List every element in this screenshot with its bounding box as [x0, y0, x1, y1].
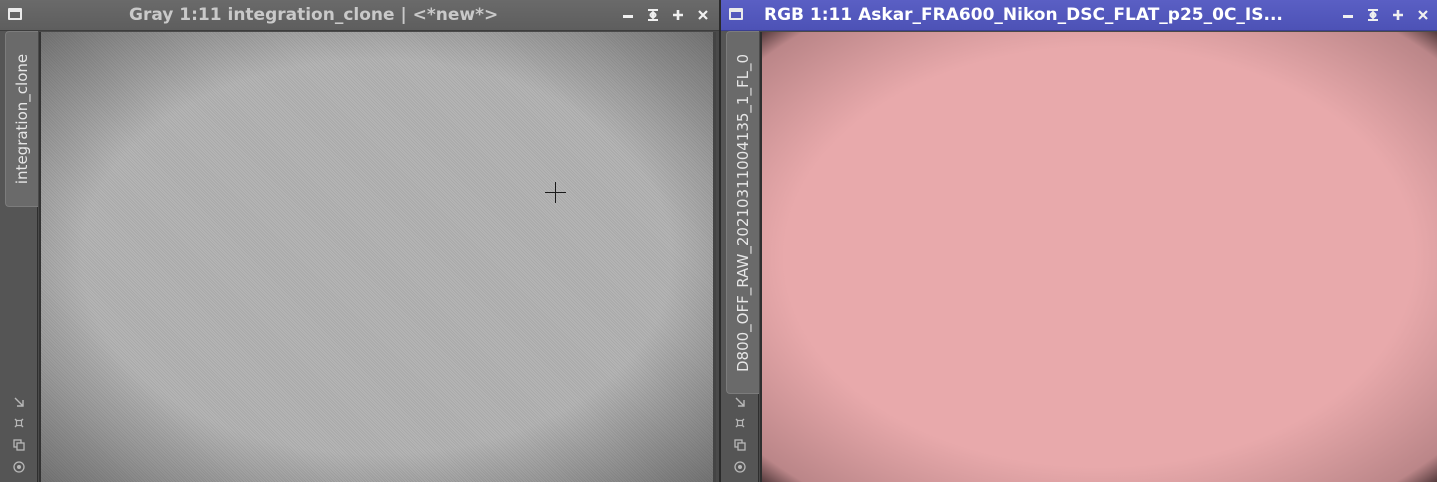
minimize-icon[interactable]: [621, 7, 635, 23]
window-menu-icon[interactable]: [8, 8, 22, 20]
mask-icon[interactable]: [12, 460, 26, 474]
close-icon[interactable]: [1416, 7, 1430, 23]
shade-icon[interactable]: [646, 7, 660, 23]
right-view-tab-label: D800_OFF_RAW_20210311004135_1_FL_0: [734, 53, 752, 372]
clone-icon[interactable]: [733, 438, 747, 452]
mask-icon[interactable]: [733, 460, 747, 474]
zoom-to-fit-icon[interactable]: [733, 416, 747, 430]
left-window-titlebar[interactable]: Gray 1:11 integration_clone | <*new*>: [0, 0, 719, 31]
close-icon[interactable]: [696, 7, 710, 23]
fit-view-icon[interactable]: [733, 395, 747, 409]
right-window-titlebar[interactable]: RGB 1:11 Askar_FRA600_Nikon_DSC_FLAT_p25…: [721, 0, 1437, 31]
gray-image-window[interactable]: Gray 1:11 integration_clone | <*new*> in…: [0, 0, 719, 482]
left-window-title: Gray 1:11 integration_clone | <*new*>: [129, 5, 499, 25]
zoom-to-fit-icon[interactable]: [12, 416, 26, 430]
minimize-icon[interactable]: [1341, 7, 1355, 23]
right-view-tab[interactable]: D800_OFF_RAW_20210311004135_1_FL_0: [726, 31, 759, 394]
rgb-image-canvas[interactable]: [760, 32, 1437, 482]
left-view-tab-label: integration_clone: [13, 53, 31, 185]
fit-view-icon[interactable]: [12, 395, 26, 409]
clone-icon[interactable]: [12, 438, 26, 452]
shade-icon[interactable]: [1366, 7, 1380, 23]
left-view-tab[interactable]: integration_clone: [5, 31, 38, 207]
gray-image-canvas[interactable]: [39, 32, 716, 482]
crosshair-cursor-icon: [545, 182, 566, 203]
window-menu-icon[interactable]: [729, 8, 743, 20]
right-window-title: RGB 1:11 Askar_FRA600_Nikon_DSC_FLAT_p25…: [764, 5, 1283, 25]
maximize-icon[interactable]: [671, 7, 685, 23]
maximize-icon[interactable]: [1391, 7, 1405, 23]
